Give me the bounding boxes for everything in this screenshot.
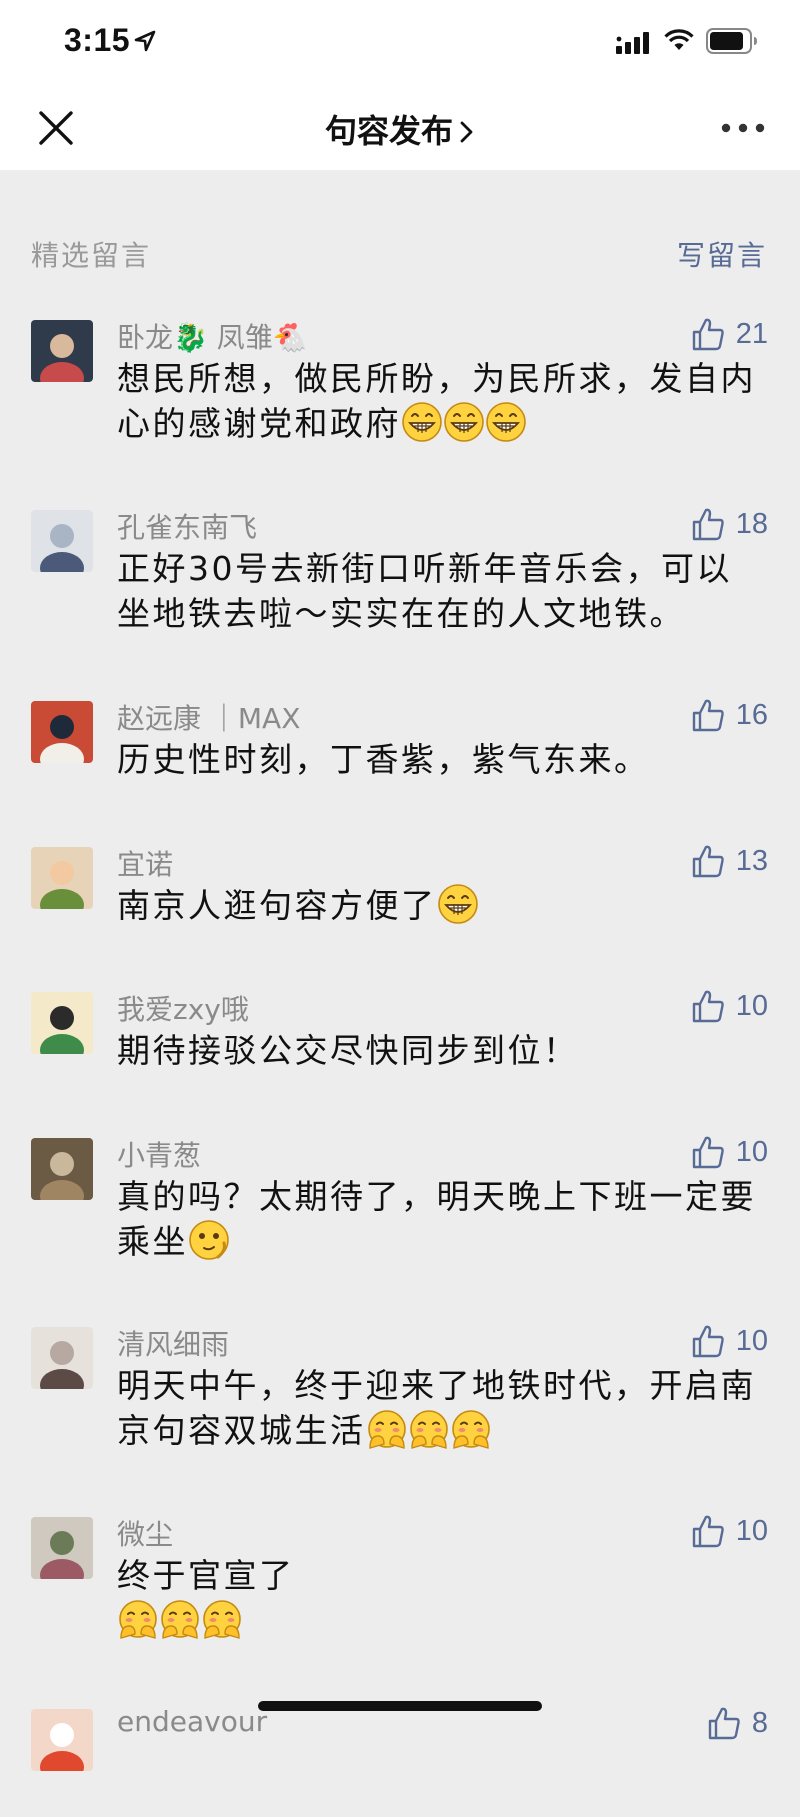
- like-count: 21: [735, 317, 768, 350]
- comment-text: 明天中午，终于迎来了地铁时代，开启南京句容双城生活: [117, 1363, 767, 1453]
- like-count: 16: [735, 698, 768, 731]
- status-time: 3:15: [64, 22, 131, 58]
- comment-nickname: 微尘: [117, 1518, 174, 1551]
- comment-item[interactable]: 孔雀东南飞 18 正好30号去新街口听新年音乐会，可以坐地铁去啦～实实在在的人文地铁…: [0, 498, 800, 689]
- wifi-icon: [664, 29, 694, 50]
- comment-nickname: 赵远康 ｜MAX: [117, 702, 301, 735]
- like-count: 10: [735, 1324, 768, 1357]
- chevron-right-icon: [460, 121, 473, 143]
- avatar[interactable]: [31, 1517, 93, 1579]
- thumbs-up-icon: [692, 1515, 724, 1548]
- thumbs-up-icon: [692, 699, 724, 732]
- home-indicator: [258, 1701, 542, 1711]
- shy-emoji-icon: [451, 1410, 490, 1449]
- comment-nickname: endeavour: [117, 1705, 268, 1738]
- comment-text-body: 历史性时刻，丁香紫，紫气东来。: [117, 740, 650, 779]
- write-comment-button[interactable]: 写留言: [677, 234, 767, 274]
- like-count: 13: [735, 844, 768, 877]
- comment-item[interactable]: 宜诺 13 南京人逛句容方便了: [0, 835, 800, 980]
- comment-item[interactable]: 微尘 10 终于官宣了: [0, 1505, 800, 1697]
- comment-text-body: 期待接驳公交尽快同步到位！: [117, 1031, 579, 1070]
- status-bar: 3:15: [0, 0, 800, 84]
- avatar[interactable]: [31, 1327, 93, 1389]
- comment-text: 想民所想，做民所盼，为民所求，发自内心的感谢党和政府: [117, 356, 767, 446]
- grin-emoji-icon: [402, 402, 442, 442]
- like-button[interactable]: 8: [706, 1703, 768, 1743]
- thumbs-up-icon: [692, 508, 724, 541]
- location-arrow-icon: [134, 30, 156, 52]
- battery-icon: [706, 28, 757, 54]
- comment-text: 正好30号去新街口听新年音乐会，可以坐地铁去啦～实实在在的人文地铁。: [117, 546, 767, 636]
- section-title: 精选留言: [31, 239, 152, 272]
- comment-nickname: 卧龙🐉 凤雏🐔: [117, 321, 308, 354]
- like-button[interactable]: 10: [690, 986, 768, 1026]
- avatar[interactable]: [31, 847, 93, 909]
- like-button[interactable]: 10: [690, 1511, 768, 1551]
- like-button[interactable]: 16: [690, 695, 768, 735]
- like-count: 10: [735, 1514, 768, 1547]
- comment-item[interactable]: 赵远康 ｜MAX 16 历史性时刻，丁香紫，紫气东来。: [0, 689, 800, 835]
- account-title-link[interactable]: 句容发布: [0, 106, 800, 152]
- thumbs-up-icon: [692, 1325, 724, 1358]
- avatar[interactable]: [31, 1709, 93, 1771]
- comment-text: 历史性时刻，丁香紫，紫气东来。: [117, 737, 767, 782]
- comment-item[interactable]: 卧龙🐉 凤雏🐔 21 想民所想，做民所盼，为民所求，发自内心的感谢党和政府: [0, 308, 800, 498]
- grin-emoji-icon: [437, 884, 478, 924]
- comment-item[interactable]: 我爱zxy哦 10 期待接驳公交尽快同步到位！: [0, 980, 800, 1126]
- comment-nickname: 小青葱: [117, 1139, 202, 1172]
- shy-emoji-icon: [119, 1600, 157, 1639]
- thumbs-up-icon: [692, 318, 724, 351]
- more-options-icon[interactable]: [720, 114, 766, 142]
- comment-text-body: 南京人逛句容方便了: [117, 886, 437, 925]
- shy-emoji-icon: [409, 1410, 448, 1449]
- like-button[interactable]: 18: [690, 504, 768, 544]
- thumbs-up-icon: [692, 990, 724, 1023]
- like-count: 8: [751, 1706, 768, 1739]
- like-count: 10: [735, 1135, 768, 1168]
- like-button[interactable]: 21: [690, 314, 768, 354]
- shy-emoji-icon: [161, 1600, 199, 1639]
- like-button[interactable]: 13: [690, 841, 768, 881]
- like-button[interactable]: 10: [690, 1132, 768, 1172]
- avatar[interactable]: [31, 992, 93, 1054]
- avatar[interactable]: [31, 510, 93, 572]
- avatar[interactable]: [31, 701, 93, 763]
- comment-item[interactable]: 清风细雨 10 明天中午，终于迎来了地铁时代，开启南京句容双城生活: [0, 1315, 800, 1505]
- comment-item[interactable]: endeavour 8: [0, 1697, 800, 1817]
- wink-emoji-icon: [189, 1220, 229, 1260]
- account-title: 句容发布: [324, 112, 453, 150]
- featured-comments-header: 精选留言 写留言: [0, 170, 800, 290]
- thumbs-up-icon: [692, 845, 724, 878]
- nav-bar: 句容发布: [0, 84, 800, 170]
- comment-nickname: 孔雀东南飞: [117, 511, 258, 544]
- thumbs-up-icon: [692, 1136, 724, 1169]
- comment-nickname: 宜诺: [117, 848, 174, 881]
- cellular-signal-icon: [616, 32, 649, 54]
- comment-nickname: 清风细雨: [117, 1328, 230, 1361]
- like-button[interactable]: 10: [690, 1321, 768, 1361]
- comment-text: 终于官宣了: [117, 1553, 767, 1643]
- avatar[interactable]: [31, 320, 93, 382]
- shy-emoji-icon: [203, 1600, 241, 1639]
- like-count: 18: [735, 507, 768, 540]
- avatar[interactable]: [31, 1138, 93, 1200]
- comment-item[interactable]: 小青葱 10 真的吗？太期待了，明天晚上下班一定要乘坐: [0, 1126, 800, 1315]
- comment-text: 期待接驳公交尽快同步到位！: [117, 1028, 767, 1073]
- shy-emoji-icon: [367, 1410, 406, 1449]
- like-count: 10: [735, 989, 768, 1022]
- comment-text: 真的吗？太期待了，明天晚上下班一定要乘坐: [117, 1174, 767, 1264]
- thumbs-up-icon: [708, 1707, 740, 1740]
- comment-text-body: 正好30号去新街口听新年音乐会，可以坐地铁去啦～实实在在的人文地铁。: [117, 549, 732, 633]
- grin-emoji-icon: [444, 402, 484, 442]
- comment-nickname: 我爱zxy哦: [117, 993, 249, 1026]
- grin-emoji-icon: [486, 402, 526, 442]
- comment-text-body: 终于官宣了: [117, 1556, 295, 1595]
- comment-text: 南京人逛句容方便了: [117, 883, 767, 928]
